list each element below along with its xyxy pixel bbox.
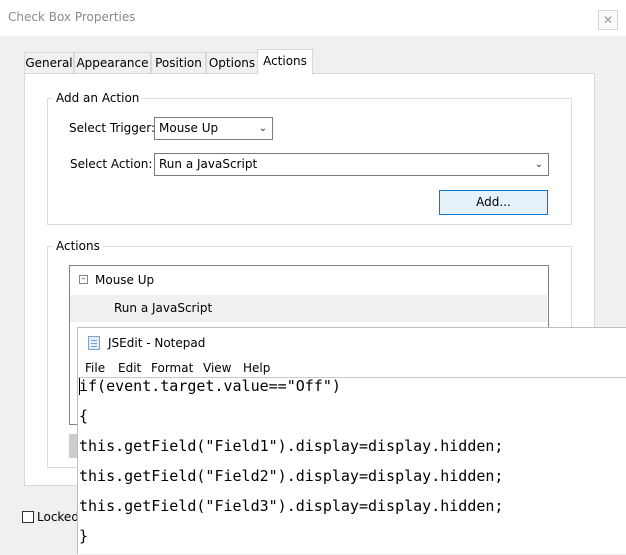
notepad-window[interactable]: JSEdit - Notepad File Edit Format View H… — [77, 327, 626, 554]
code-line: } — [79, 527, 89, 545]
add-button[interactable]: Add... — [439, 190, 548, 215]
chevron-down-icon: ⌄ — [258, 123, 268, 134]
locked-checkbox[interactable] — [22, 511, 34, 523]
trigger-select[interactable]: Mouse Up ⌄ — [154, 117, 273, 140]
tree-item-label: Run a JavaScript — [114, 301, 213, 315]
code-line: this.getField("Field2").display=display.… — [79, 467, 504, 485]
tree-item-run-javascript[interactable]: Run a JavaScript — [70, 295, 547, 322]
notepad-text-area[interactable]: if(event.target.value=="Off") { this.get… — [78, 377, 626, 555]
code-line: this.getField("Field1").display=display.… — [79, 437, 504, 455]
tab-position[interactable]: Position — [151, 52, 206, 73]
select-trigger-label: Select Trigger: — [69, 121, 156, 135]
notepad-title: JSEdit - Notepad — [108, 336, 206, 350]
collapse-icon[interactable]: – — [79, 275, 88, 284]
close-icon: ✕ — [602, 13, 614, 27]
menu-help[interactable]: Help — [243, 361, 270, 375]
chevron-down-icon: ⌄ — [534, 159, 544, 170]
actions-group-label: Actions — [53, 239, 103, 253]
dialog-title-bar: Check Box Properties ✕ — [0, 0, 626, 36]
select-action-label: Select Action: — [70, 157, 153, 171]
notepad-icon — [88, 336, 100, 350]
locked-label: Locked — [37, 510, 79, 524]
tree-item-label: Mouse Up — [95, 273, 155, 287]
dialog-title: Check Box Properties — [8, 10, 136, 24]
menu-format[interactable]: Format — [151, 361, 193, 375]
tab-actions[interactable]: Actions — [257, 49, 313, 75]
code-line: { — [79, 407, 89, 425]
menu-edit[interactable]: Edit — [118, 361, 141, 375]
action-select-value: Run a JavaScript — [159, 157, 258, 171]
close-button[interactable]: ✕ — [598, 10, 618, 30]
menu-view[interactable]: View — [203, 361, 231, 375]
tab-general[interactable]: General — [24, 52, 74, 73]
code-line: this.getField("Field3").display=display.… — [79, 497, 504, 515]
tab-appearance[interactable]: Appearance — [74, 52, 151, 73]
code-line: if(event.target.value=="Off") — [79, 377, 341, 395]
tree-item-mouse-up[interactable]: – Mouse Up — [71, 267, 547, 293]
menu-file[interactable]: File — [85, 361, 105, 375]
action-select[interactable]: Run a JavaScript ⌄ — [154, 153, 549, 176]
add-action-group-label: Add an Action — [53, 91, 143, 105]
trigger-select-value: Mouse Up — [159, 121, 219, 135]
tab-options[interactable]: Options — [206, 52, 258, 73]
notepad-title-bar[interactable]: JSEdit - Notepad — [78, 328, 626, 358]
